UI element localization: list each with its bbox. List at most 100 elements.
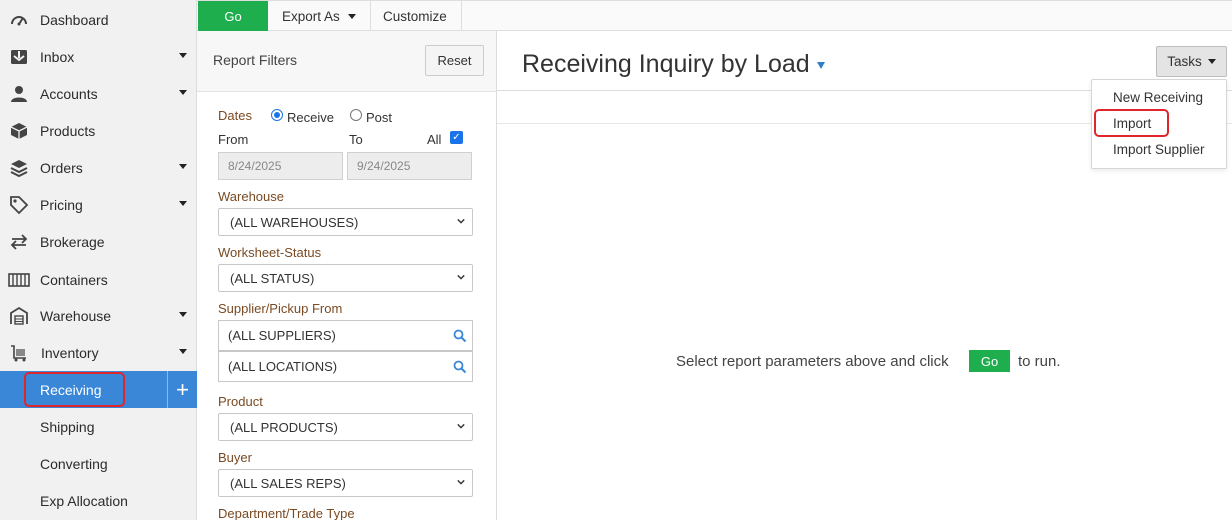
from-label: From <box>218 132 249 147</box>
highlight-receiving <box>24 372 125 407</box>
chevron-down-icon <box>347 13 356 19</box>
empty-state-message: Select report parameters above and click <box>676 353 949 370</box>
report-switch-caret-icon[interactable] <box>817 62 825 69</box>
chevron-down-icon[interactable] <box>179 349 187 354</box>
location-lookup-value: (ALL LOCATIONS) <box>228 359 338 374</box>
filters-title: Report Filters <box>213 52 298 68</box>
sidebar-item-label: Products <box>40 122 96 139</box>
warehouse-select[interactable]: (ALL WAREHOUSES) <box>218 208 473 236</box>
sidebar: Dashboard Inbox Accounts Products Orders… <box>0 0 197 520</box>
tasks-button[interactable]: Tasks <box>1156 46 1227 77</box>
report-filters-panel: Report Filters Reset Dates Receive Post … <box>197 31 497 520</box>
inbox-icon <box>8 46 30 68</box>
supplier-lookup-input[interactable]: (ALL SUPPLIERS) <box>218 320 473 351</box>
menu-item-new-receiving[interactable]: New Receiving <box>1113 90 1203 105</box>
sidebar-item-label: Exp Allocation <box>40 492 128 509</box>
add-receiving-button[interactable]: + <box>167 371 197 408</box>
chevron-down-icon <box>457 218 465 224</box>
user-icon <box>8 83 30 105</box>
tasks-label: Tasks <box>1167 54 1202 69</box>
swap-arrows-icon <box>8 231 30 253</box>
sidebar-item-containers[interactable]: Containers <box>0 261 197 298</box>
inline-go-button[interactable]: Go <box>969 350 1010 372</box>
box-icon <box>8 120 30 142</box>
from-date-input[interactable]: 8/24/2025 <box>218 152 343 180</box>
chevron-down-icon[interactable] <box>179 53 187 58</box>
sidebar-item-label: Containers <box>40 271 108 288</box>
sidebar-item-inventory[interactable]: Inventory <box>0 334 197 371</box>
chevron-down-icon[interactable] <box>179 164 187 169</box>
sidebar-item-label: Brokerage <box>40 233 105 250</box>
reset-button[interactable]: Reset <box>425 45 484 76</box>
department-label: Department/Trade Type <box>218 506 355 520</box>
chevron-down-icon[interactable] <box>179 312 187 317</box>
location-lookup-input[interactable]: (ALL LOCATIONS) <box>218 351 473 382</box>
receive-radio-label: Receive <box>287 110 334 125</box>
layers-icon <box>8 157 30 179</box>
post-radio[interactable] <box>350 109 362 121</box>
chevron-down-icon <box>457 423 465 429</box>
product-select-value: (ALL PRODUCTS) <box>230 419 338 435</box>
worksheet-status-label: Worksheet-Status <box>218 245 322 260</box>
report-toolbar: Go Export As Customize <box>197 0 1232 31</box>
customize-button[interactable]: Customize <box>369 1 462 31</box>
cart-icon <box>8 342 30 364</box>
sidebar-item-converting[interactable]: Converting <box>0 445 197 482</box>
sidebar-item-products[interactable]: Products <box>0 112 197 149</box>
chevron-down-icon <box>1207 59 1216 64</box>
app-root: Dashboard Inbox Accounts Products Orders… <box>0 0 1232 520</box>
customize-label: Customize <box>383 8 447 24</box>
sidebar-item-label: Dashboard <box>40 11 109 28</box>
dashboard-icon <box>8 9 30 31</box>
sidebar-item-exp-allocation[interactable]: Exp Allocation <box>0 482 197 519</box>
buyer-select[interactable]: (ALL SALES REPS) <box>218 469 473 497</box>
receive-radio[interactable] <box>271 109 283 121</box>
warehouse-label: Warehouse <box>218 189 284 204</box>
sidebar-item-label: Inbox <box>40 48 75 65</box>
supplier-label: Supplier/Pickup From <box>218 301 343 316</box>
filters-header: Report Filters Reset <box>197 31 496 92</box>
sidebar-item-shipping[interactable]: Shipping <box>0 408 197 445</box>
sidebar-item-pricing[interactable]: Pricing <box>0 186 197 223</box>
all-dates-label: All <box>427 132 442 147</box>
chevron-down-icon[interactable] <box>179 90 187 95</box>
chevron-down-icon[interactable] <box>179 201 187 206</box>
tag-icon <box>8 194 30 216</box>
report-main: Receiving Inquiry by Load Tasks New Rece… <box>497 31 1232 520</box>
search-icon[interactable] <box>453 360 467 374</box>
buyer-select-value: (ALL SALES REPS) <box>230 475 346 491</box>
sidebar-item-label: Warehouse <box>40 307 112 324</box>
post-radio-label: Post <box>366 110 393 125</box>
highlight-import <box>1094 109 1169 137</box>
empty-state-suffix: to run. <box>1018 353 1061 370</box>
sidebar-item-warehouse[interactable]: Warehouse <box>0 297 197 334</box>
sidebar-item-label: Inventory <box>41 344 99 361</box>
product-label: Product <box>218 394 263 409</box>
container-icon <box>8 269 30 291</box>
sidebar-item-brokerage[interactable]: Brokerage <box>0 223 197 260</box>
sidebar-item-accounts[interactable]: Accounts <box>0 75 197 112</box>
chevron-down-icon <box>457 274 465 280</box>
sidebar-item-label: Pricing <box>40 196 83 213</box>
to-date-input[interactable]: 9/24/2025 <box>347 152 472 180</box>
chevron-down-icon <box>457 479 465 485</box>
export-as-label: Export As <box>282 8 340 24</box>
sidebar-item-dashboard[interactable]: Dashboard <box>0 1 197 38</box>
sidebar-item-inbox[interactable]: Inbox <box>0 38 197 75</box>
worksheet-status-select[interactable]: (ALL STATUS) <box>218 264 473 292</box>
sidebar-item-label: Orders <box>40 159 83 176</box>
worksheet-status-select-value: (ALL STATUS) <box>230 270 315 286</box>
search-icon[interactable] <box>453 329 467 343</box>
sidebar-item-label: Shipping <box>40 418 95 435</box>
warehouse-select-value: (ALL WAREHOUSES) <box>230 214 359 230</box>
export-as-button[interactable]: Export As <box>268 1 371 31</box>
all-dates-checkbox[interactable]: ✓ <box>450 131 463 144</box>
page-title: Receiving Inquiry by Load <box>522 50 810 78</box>
go-button[interactable]: Go <box>198 1 268 31</box>
product-select[interactable]: (ALL PRODUCTS) <box>218 413 473 441</box>
buyer-label: Buyer <box>218 450 252 465</box>
to-label: To <box>349 132 363 147</box>
menu-item-import-supplier[interactable]: Import Supplier <box>1113 142 1205 157</box>
sidebar-item-orders[interactable]: Orders <box>0 149 197 186</box>
warehouse-icon <box>8 305 30 327</box>
